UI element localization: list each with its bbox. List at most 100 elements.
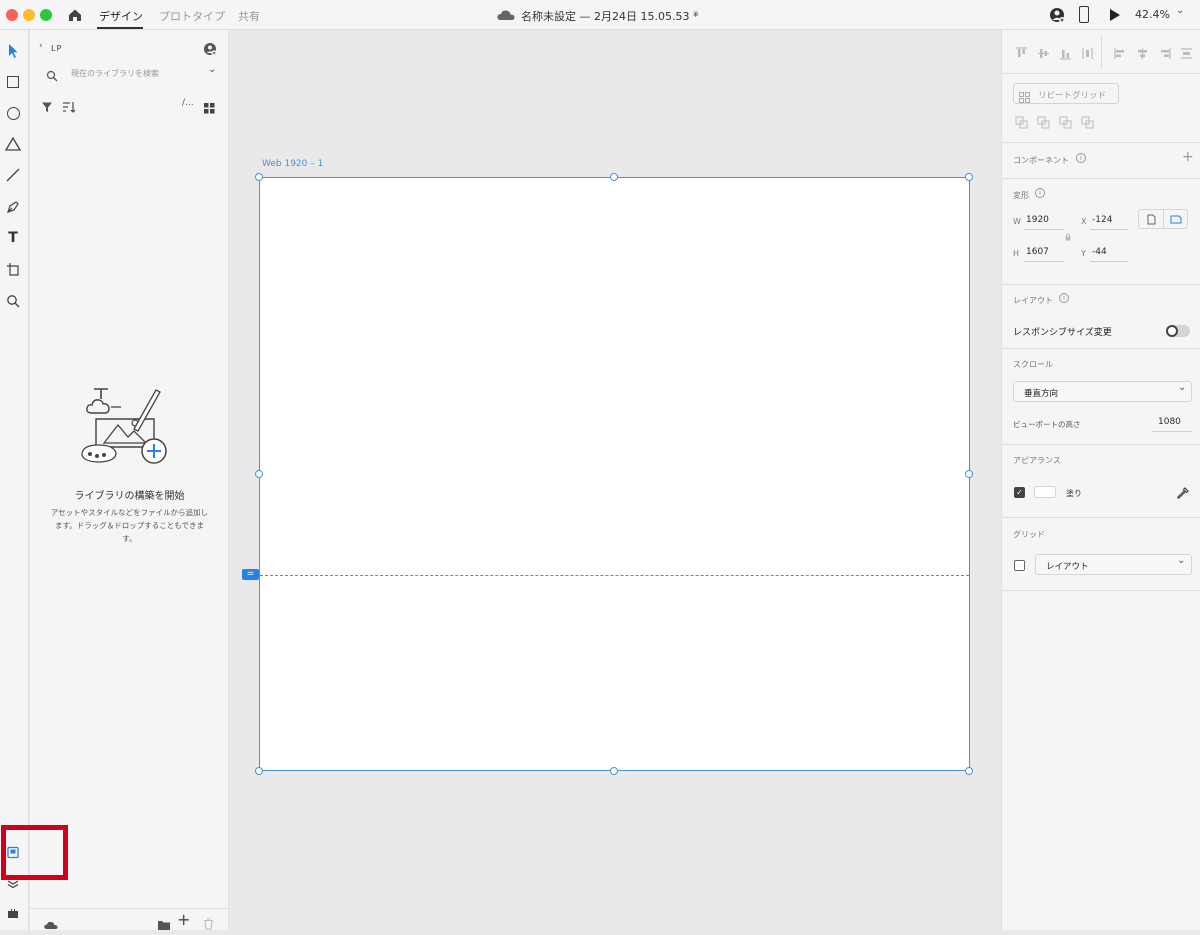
height-field[interactable]: 1607 xyxy=(1026,247,1049,257)
select-tool-icon[interactable] xyxy=(4,42,22,60)
viewport-fold-line[interactable] xyxy=(260,575,969,576)
tab-share[interactable]: 共有 xyxy=(238,8,260,24)
resize-handle[interactable] xyxy=(255,173,263,181)
home-icon[interactable] xyxy=(66,6,84,24)
scroll-direction-select[interactable]: 垂直方向 ⌄ xyxy=(1013,381,1192,402)
align-left-icon[interactable] xyxy=(1114,45,1127,59)
align-bottom-icon[interactable] xyxy=(1059,45,1072,60)
chevron-down-icon[interactable]: ⌄ xyxy=(692,6,700,16)
artboard[interactable] xyxy=(259,177,970,771)
rectangle-tool-icon[interactable] xyxy=(4,73,22,91)
line-tool-icon[interactable] xyxy=(4,166,22,184)
align-top-icon[interactable] xyxy=(1015,45,1028,58)
search-chevron-icon[interactable]: ⌄ xyxy=(208,64,216,75)
fill-checkbox[interactable]: ✓ xyxy=(1014,487,1025,498)
resize-handle[interactable] xyxy=(610,767,618,775)
grid-type-select[interactable]: レイアウト ⌄ xyxy=(1035,554,1192,575)
responsive-resize-toggle[interactable] xyxy=(1166,325,1190,337)
add-user-icon[interactable] xyxy=(203,41,217,56)
resize-handle[interactable] xyxy=(255,470,263,478)
add-asset-icon[interactable]: + xyxy=(177,912,191,928)
align-right-icon[interactable] xyxy=(1158,45,1171,59)
boolean-intersect-icon[interactable] xyxy=(1059,114,1072,129)
resize-handle[interactable] xyxy=(965,470,973,478)
play-icon[interactable] xyxy=(1108,7,1122,23)
boolean-add-icon[interactable] xyxy=(1015,114,1028,129)
polygon-tool-icon[interactable] xyxy=(4,135,22,153)
lock-icon[interactable] xyxy=(1065,226,1071,241)
resize-handle[interactable] xyxy=(965,767,973,775)
x-label: X xyxy=(1081,217,1087,226)
x-field[interactable]: -124 xyxy=(1092,215,1112,225)
design-canvas[interactable]: Web 1920 – 1 = xyxy=(229,30,1001,930)
zoom-window-button[interactable] xyxy=(40,9,52,21)
eyedropper-icon[interactable] xyxy=(1176,485,1190,499)
resize-handle[interactable] xyxy=(965,173,973,181)
active-tab-indicator xyxy=(97,27,143,29)
ellipse-tool-icon[interactable] xyxy=(4,104,22,122)
sort-icon[interactable] xyxy=(62,98,76,113)
viewport-height-field[interactable]: 1080 xyxy=(1158,417,1181,427)
search-placeholder: 現在のライブラリを検索 xyxy=(71,69,159,78)
resize-handle[interactable] xyxy=(610,173,618,181)
align-middle-icon[interactable] xyxy=(1037,45,1050,58)
empty-state-title: ライブラリの構築を開始 xyxy=(74,491,185,502)
filter-icon[interactable] xyxy=(41,98,53,112)
viewport-underline xyxy=(1152,431,1192,432)
boolean-exclude-icon[interactable] xyxy=(1081,114,1094,129)
resize-handle[interactable] xyxy=(255,767,263,775)
library-empty-illustration xyxy=(78,385,178,467)
align-center-icon[interactable] xyxy=(1136,45,1149,59)
grid-heading: グリッド xyxy=(1013,530,1045,539)
library-search-input[interactable]: 現在のライブラリを検索 ⌄ xyxy=(40,64,221,82)
boolean-subtract-icon[interactable] xyxy=(1037,114,1050,129)
cloud-library-icon[interactable] xyxy=(43,916,59,929)
width-label: W xyxy=(1013,217,1021,226)
repeat-grid-icon xyxy=(1019,88,1030,103)
device-preview-icon[interactable] xyxy=(1079,6,1089,23)
library-back-label[interactable]: LP xyxy=(51,44,62,53)
distribute-horizontal-icon[interactable] xyxy=(1081,45,1094,59)
scroll-direction-value: 垂直方向 xyxy=(1024,389,1059,399)
library-footer-divider xyxy=(30,908,229,909)
info-icon[interactable]: i xyxy=(1059,293,1069,303)
cloud-icon xyxy=(496,7,516,23)
height-label: H xyxy=(1013,249,1020,258)
grid-view-icon[interactable] xyxy=(204,99,215,114)
fill-color-swatch[interactable] xyxy=(1034,486,1056,498)
toggle-knob xyxy=(1166,325,1178,337)
document-title[interactable]: 名称未設定 — 2月24日 15.05.53 * xyxy=(521,8,698,24)
zoom-chevron-icon[interactable]: ⌄ xyxy=(1176,5,1184,16)
component-section: コンポーネント i + xyxy=(1002,142,1200,178)
list-view-toggle[interactable]: /... xyxy=(182,98,194,108)
portrait-icon[interactable] xyxy=(1139,210,1164,228)
zoom-level[interactable]: 42.4% xyxy=(1135,8,1170,21)
pen-tool-icon[interactable] xyxy=(4,198,22,216)
plugins-panel-icon[interactable] xyxy=(4,904,22,922)
back-chevron-icon[interactable]: ‹ xyxy=(39,41,43,51)
close-window-button[interactable] xyxy=(6,9,18,21)
folder-icon[interactable] xyxy=(157,916,171,930)
add-component-icon[interactable]: + xyxy=(1182,149,1194,165)
user-icon[interactable] xyxy=(1048,6,1066,24)
info-icon[interactable]: i xyxy=(1076,153,1086,163)
artboard-tool-icon[interactable] xyxy=(4,260,22,278)
minimize-window-button[interactable] xyxy=(23,9,35,21)
tab-prototype[interactable]: プロトタイプ xyxy=(159,8,225,24)
grid-checkbox[interactable] xyxy=(1014,560,1025,571)
tab-design[interactable]: デザイン xyxy=(99,8,143,24)
text-tool-icon[interactable]: T xyxy=(4,229,22,247)
layout-heading: レイアウト xyxy=(1013,296,1053,305)
search-icon xyxy=(46,67,58,82)
trash-icon[interactable] xyxy=(203,915,214,930)
info-icon[interactable]: i xyxy=(1035,188,1045,198)
distribute-vertical-icon[interactable] xyxy=(1180,45,1193,59)
width-field[interactable]: 1920 xyxy=(1026,215,1049,225)
viewport-height-handle[interactable]: = xyxy=(242,569,259,580)
y-label: Y xyxy=(1081,249,1086,258)
artboard-label[interactable]: Web 1920 – 1 xyxy=(262,159,323,169)
landscape-icon[interactable] xyxy=(1164,210,1188,228)
repeat-grid-button[interactable]: リピートグリッド xyxy=(1013,83,1119,104)
y-field[interactable]: -44 xyxy=(1092,247,1107,257)
zoom-tool-icon[interactable] xyxy=(4,292,22,310)
